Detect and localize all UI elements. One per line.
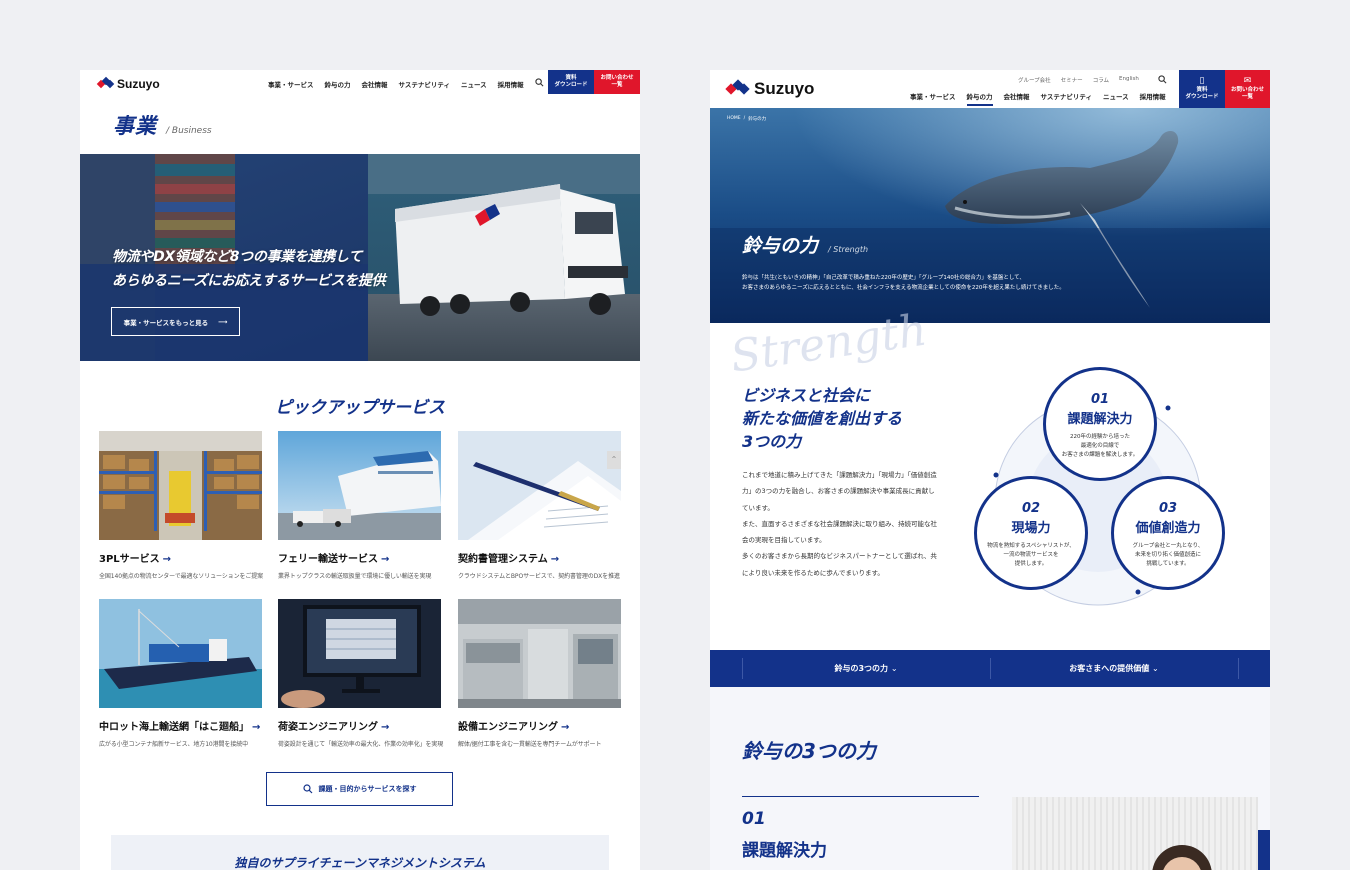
search-icon[interactable] (1158, 75, 1167, 84)
download-button[interactable]: ▯ 資料 ダウンロード (1179, 70, 1225, 108)
utility-nav: グループ会社 セミナー コラム English (1018, 76, 1139, 84)
download-button[interactable]: 資料 ダウンロード (548, 70, 594, 94)
arrow-right-icon: → (561, 722, 570, 733)
service-card-packaging[interactable]: 荷姿エンジニアリング → 荷姿設計を通じて「輸送効率の最大化、作業の効率化」を実現 (278, 599, 444, 748)
search-icon[interactable] (535, 78, 544, 87)
staff-photo (1012, 797, 1258, 870)
global-nav: 事業・サービス 鈴与の力 会社情報 サステナビリティ ニュース 採用情報 (910, 91, 1166, 106)
service-card-ferry[interactable]: フェリー輸送サービス → 業界トップクラスの輸送取扱量で環境に優しい輸送を実現 (278, 431, 441, 580)
hero-catchcopy: 物流やDX領域など8つの事業を連携して あらゆるニーズにお応えするサービスを提供 (112, 249, 386, 289)
contact-button[interactable]: ✉ お問い合わせ 一覧 (1225, 70, 1270, 108)
hero-description: 鈴与は「共生(ともいき)の精神」「自己改革で積み重ねた220年の歴史」「グループ… (742, 275, 1065, 292)
breadcrumb: HOME / 鈴与の力 (727, 116, 767, 122)
document-icon: ▯ (1199, 76, 1205, 87)
nav-recruit[interactable]: 採用情報 (1140, 91, 1166, 106)
service-card-3pl[interactable]: 3PLサービス → 全国140拠点の物流センターで最適なソリューションをご提案 (99, 431, 264, 580)
site-header: Suzuyo グループ会社 セミナー コラム English 事業・サービス 鈴… (710, 70, 1270, 108)
global-nav: 事業・サービス 鈴与の力 会社情報 サステナビリティ ニュース 採用情報 (268, 79, 524, 89)
three-strengths-section: 鈴与の3つの力 01 課題解決力 (710, 687, 1270, 870)
container-ship-image (99, 599, 262, 708)
nav-strength[interactable]: 鈴与の力 (966, 91, 993, 106)
contact-button[interactable]: お問い合わせ 一覧 (594, 70, 640, 94)
nav-sustainability[interactable]: サステナビリティ (1041, 91, 1092, 106)
search-icon (302, 784, 312, 794)
service-desc: 荷姿設計を通じて「輸送効率の最大化、作業の効率化」を実現 (278, 741, 444, 748)
service-title[interactable]: 中ロット海上輸送網「はこ廻船」 → (99, 718, 262, 733)
service-desc: 全国140拠点の物流センターで最適なソリューションをご提案 (99, 573, 264, 580)
service-card-hako-kaisen[interactable]: 中ロット海上輸送網「はこ廻船」 → 広がる小型コンテナ船新サービス、地方10港間を… (99, 599, 262, 748)
service-title[interactable]: 契約書管理システム → (458, 550, 621, 565)
anchor-tab-bar: 鈴与の3つの力 ⌄ お客さまへの提供価値 ⌄ (710, 650, 1270, 687)
ferry-image (278, 431, 441, 540)
nav-strength[interactable]: 鈴与の力 (325, 79, 351, 89)
service-title[interactable]: フェリー輸送サービス → (278, 550, 441, 565)
contract-image: ⌃ (458, 431, 621, 540)
arrow-right-icon: → (162, 554, 172, 565)
strength-page-card: Suzuyo グループ会社 セミナー コラム English 事業・サービス 鈴… (710, 70, 1270, 870)
nav-company[interactable]: 会社情報 (1004, 91, 1030, 106)
arrow-right-icon: → (381, 722, 390, 733)
util-column[interactable]: コラム (1093, 76, 1109, 84)
arrow-right-icon: → (381, 554, 390, 565)
nav-news[interactable]: ニュース (461, 79, 487, 89)
chevron-down-icon: ⌄ (1152, 664, 1159, 673)
logo-mark-icon (96, 76, 115, 90)
warehouse-image (99, 431, 262, 540)
strength-circle-02[interactable]: 02 現場力 物流を熟知するスペシャリストが、 一流の物流サービスを 提供します。 (974, 476, 1088, 590)
site-header: Suzuyo 事業・サービス 鈴与の力 会社情報 サステナビリティ ニュース 採… (80, 70, 640, 96)
factory-machine-image (458, 599, 621, 708)
cad-monitor-image (278, 599, 441, 708)
tab-three-strengths[interactable]: 鈴与の3つの力 ⌄ (742, 663, 990, 674)
section-number: 01 (742, 809, 766, 829)
strength-hero: HOME / 鈴与の力 鈴与の力 / Strength 鈴与は「共生(ともいき)… (710, 108, 1270, 323)
business-page-card: Suzuyo 事業・サービス 鈴与の力 会社情報 サステナビリティ ニュース 採… (80, 70, 640, 870)
strength-circle-01[interactable]: 01 課題解決力 220年の経験から培った 最適化の目線で お客さまの課題を解決しま… (1043, 367, 1157, 481)
service-desc: 業界トップクラスの輸送取扱量で環境に優しい輸送を実現 (278, 573, 432, 580)
util-seminar[interactable]: セミナー (1061, 76, 1083, 84)
pickup-title: ピックアップサービス (275, 398, 445, 418)
logo[interactable]: Suzuyo (725, 79, 814, 99)
service-card-equipment[interactable]: 設備エンジニアリング → 解体/据付工事を含む一貫輸送を専門チームがサポート (458, 599, 621, 748)
hero-more-button[interactable]: 事業・サービスをもっと見る ⟶ (111, 307, 240, 336)
tab-customer-value[interactable]: お客さまへの提供価値 ⌄ (990, 663, 1238, 674)
util-english[interactable]: English (1119, 76, 1139, 84)
logo[interactable]: Suzuyo (96, 76, 160, 91)
service-desc: 解体/据付工事を含む一貫輸送を専門チームがサポート (458, 741, 602, 748)
strength-body: これまで地道に積み上げてきた「課題解決力」「現場力」「価値創造 力」の3つの力を… (742, 471, 937, 577)
service-card-contract[interactable]: ⌃ 契約書管理システム → クラウドシステムとBPOサービスで、契約書管理のDXを… (458, 431, 621, 580)
scm-section: 独自のサプライチェーンマネジメントシステム (111, 835, 609, 870)
nav-services[interactable]: 事業・サービス (268, 79, 314, 89)
breadcrumb-home[interactable]: HOME (727, 116, 741, 122)
chevron-down-icon: ⌄ (890, 664, 898, 673)
hero-title: 鈴与の力 / Strength (742, 235, 869, 257)
arrow-right-icon: → (550, 554, 560, 565)
scroll-top-icon[interactable]: ⌃ (607, 451, 621, 469)
service-desc: クラウドシステムとBPOサービスで、契約書管理のDXを推進 (458, 573, 620, 580)
strength-circle-03[interactable]: 03 価値創造力 グループ会社と一丸となり、 未来を切り拓く価値創造に 挑戦していま… (1111, 476, 1225, 590)
page-title: 事業 / Business (113, 114, 212, 138)
service-title[interactable]: 設備エンジニアリング → (458, 718, 621, 733)
business-hero: 物流やDX領域など8つの事業を連携して あらゆるニーズにお応えするサービスを提供… (80, 154, 640, 361)
strength-heading: ビジネスと社会に 新たな価値を創出する 3つの力 (742, 386, 903, 452)
arrow-right-icon: → (252, 722, 261, 733)
nav-news[interactable]: ニュース (1103, 91, 1129, 106)
service-title[interactable]: 荷姿エンジニアリング → (278, 718, 441, 733)
logo-mark-icon (725, 79, 750, 97)
search-by-issue-button[interactable]: 課題・目的からサービスを探す (266, 772, 453, 806)
mail-icon: ✉ (1243, 76, 1252, 87)
service-title[interactable]: 3PLサービス → (99, 550, 262, 565)
util-group[interactable]: グループ会社 (1018, 76, 1051, 84)
service-desc: 広がる小型コンテナ船新サービス、地方10港間を接続中 (99, 741, 249, 748)
arrow-right-icon: ⟶ (218, 317, 228, 326)
section-title: 鈴与の3つの力 (742, 739, 876, 763)
nav-recruit[interactable]: 採用情報 (498, 79, 524, 89)
nav-sustainability[interactable]: サステナビリティ (399, 79, 450, 89)
nav-services[interactable]: 事業・サービス (910, 91, 956, 106)
section-subtitle: 課題解決力 (742, 841, 827, 861)
nav-company[interactable]: 会社情報 (362, 79, 388, 89)
